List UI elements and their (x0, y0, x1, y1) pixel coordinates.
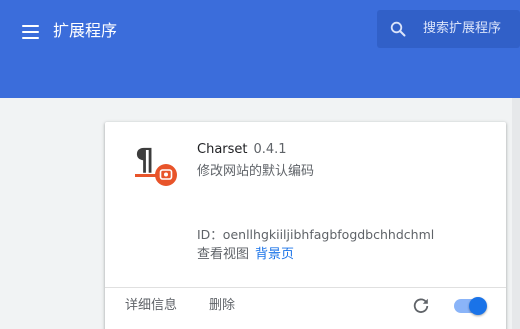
search-icon (390, 21, 406, 37)
inspect-views: 查看视图 背景页 (197, 246, 294, 264)
inspect-views-label: 查看视图 (197, 247, 250, 262)
enable-toggle[interactable] (454, 297, 487, 315)
card-divider (105, 287, 506, 288)
extension-name-text: Charset (197, 142, 248, 157)
background-page-link[interactable]: 背景页 (255, 247, 294, 262)
details-button[interactable]: 详细信息 (125, 297, 177, 315)
extension-version: 0.4.1 (253, 142, 287, 157)
reload-icon[interactable] (412, 297, 430, 315)
toggle-knob (469, 297, 487, 315)
extension-icon: ¶ (135, 143, 177, 186)
extension-id: ID：oenllhgkiiljibhfagbfogdbchhdchml (197, 227, 435, 242)
hamburger-menu-icon[interactable] (22, 22, 40, 40)
top-bar: 扩展程序 搜索扩展程序 (0, 0, 520, 98)
extension-name: Charset 0.4.1 (197, 141, 287, 159)
extension-card: ¶ Charset 0.4.1 修改网站的默认编码 ID：oenllhgkiilj… (105, 122, 506, 329)
search-input[interactable]: 搜索扩展程序 (423, 19, 501, 39)
extension-description: 修改网站的默认编码 (197, 164, 315, 179)
svg-text:¶: ¶ (135, 143, 154, 178)
remove-button[interactable]: 删除 (209, 297, 235, 315)
search-box[interactable]: 搜索扩展程序 (377, 10, 520, 48)
page-title: 扩展程序 (53, 21, 118, 40)
scrollbar[interactable] (512, 98, 520, 329)
